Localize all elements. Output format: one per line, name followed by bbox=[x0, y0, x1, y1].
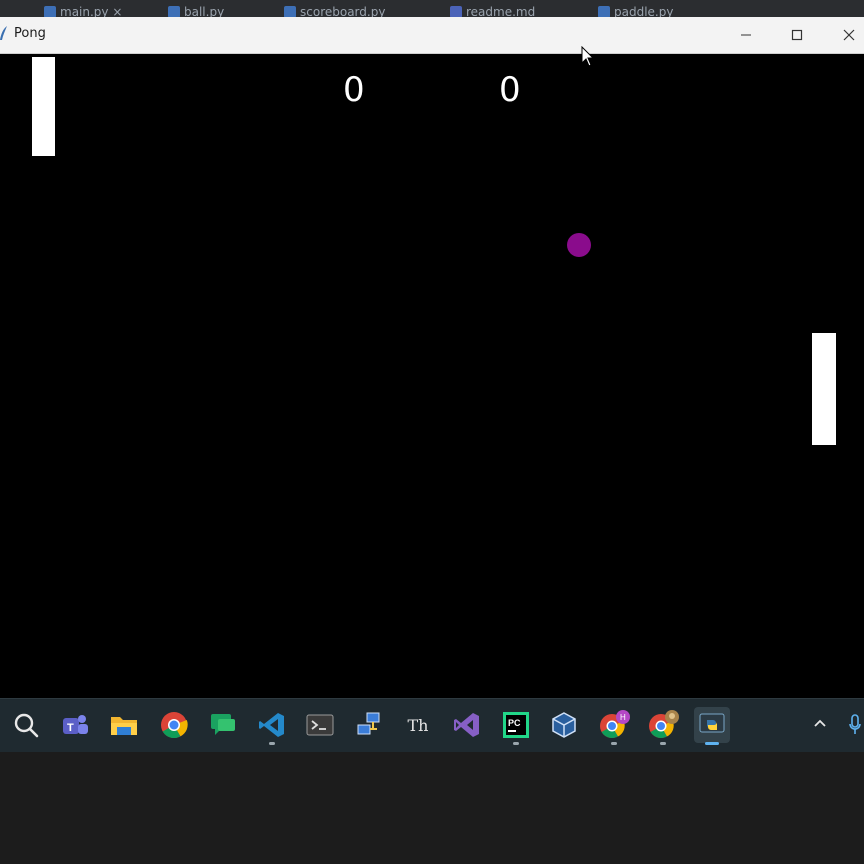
taskbar-file-explorer[interactable] bbox=[106, 707, 142, 743]
network-icon bbox=[357, 712, 380, 735]
taskbar-pycharm[interactable]: PC bbox=[498, 707, 534, 745]
game-canvas[interactable]: 0 0 bbox=[0, 54, 864, 698]
python-icon bbox=[699, 713, 725, 733]
running-indicator bbox=[705, 742, 719, 745]
left-paddle bbox=[32, 57, 55, 156]
close-icon bbox=[843, 29, 855, 41]
taskbar-teams[interactable]: T bbox=[57, 707, 93, 743]
taskbar-typora[interactable]: Th bbox=[400, 707, 436, 743]
profile-badge: H bbox=[620, 713, 626, 722]
taskbar-python[interactable] bbox=[694, 707, 730, 745]
left-score: 0 bbox=[343, 70, 365, 110]
taskbar-chrome[interactable] bbox=[156, 707, 192, 743]
running-indicator bbox=[660, 742, 666, 745]
vscode-icon bbox=[259, 713, 284, 737]
virtualbox-icon bbox=[552, 712, 576, 738]
chat-icon bbox=[211, 714, 235, 735]
taskbar-visual-studio[interactable] bbox=[449, 707, 485, 743]
maximize-icon bbox=[791, 29, 803, 41]
taskbar-chrome-profile[interactable]: H bbox=[596, 707, 632, 745]
microphone-icon[interactable] bbox=[848, 714, 862, 736]
taskbar-search[interactable] bbox=[8, 707, 44, 743]
close-button[interactable] bbox=[826, 17, 864, 53]
chrome-icon bbox=[161, 712, 188, 739]
file-explorer-icon bbox=[111, 717, 137, 735]
taskbar: T Th PC H bbox=[0, 698, 864, 753]
chrome-profile-icon: H bbox=[600, 710, 630, 739]
feather-icon bbox=[0, 26, 7, 40]
svg-text:T: T bbox=[67, 722, 74, 734]
pong-window: Pong 0 0 bbox=[0, 17, 864, 698]
taskbar-network[interactable] bbox=[351, 707, 387, 743]
pycharm-label: PC bbox=[508, 718, 521, 728]
minimize-icon bbox=[741, 34, 751, 36]
title-bar[interactable]: Pong bbox=[0, 17, 864, 54]
running-indicator bbox=[269, 742, 275, 745]
maximize-button[interactable] bbox=[774, 17, 820, 53]
typora-icon: Th bbox=[407, 715, 429, 735]
teams-icon: T bbox=[63, 715, 88, 734]
pycharm-icon: PC bbox=[503, 712, 529, 738]
taskbar-virtualbox[interactable] bbox=[546, 707, 582, 743]
search-icon bbox=[14, 713, 39, 738]
visual-studio-icon bbox=[454, 713, 479, 737]
taskbar-vscode[interactable] bbox=[254, 707, 290, 745]
window-title: Pong bbox=[14, 26, 46, 41]
ball bbox=[567, 233, 591, 257]
right-score: 0 bbox=[499, 70, 521, 110]
right-paddle bbox=[812, 333, 836, 445]
mouse-cursor-icon bbox=[581, 46, 595, 67]
running-indicator bbox=[611, 742, 617, 745]
chevron-up-icon[interactable] bbox=[812, 716, 828, 732]
taskbar-chat[interactable] bbox=[205, 707, 241, 743]
taskbar-chrome-profile-2[interactable] bbox=[645, 707, 681, 745]
minimize-button[interactable] bbox=[723, 17, 769, 53]
chrome-profile-2-icon bbox=[649, 710, 679, 739]
running-indicator bbox=[513, 742, 519, 745]
taskbar-terminal[interactable] bbox=[302, 707, 338, 743]
terminal-icon bbox=[306, 714, 334, 736]
desktop-background bbox=[0, 752, 864, 864]
